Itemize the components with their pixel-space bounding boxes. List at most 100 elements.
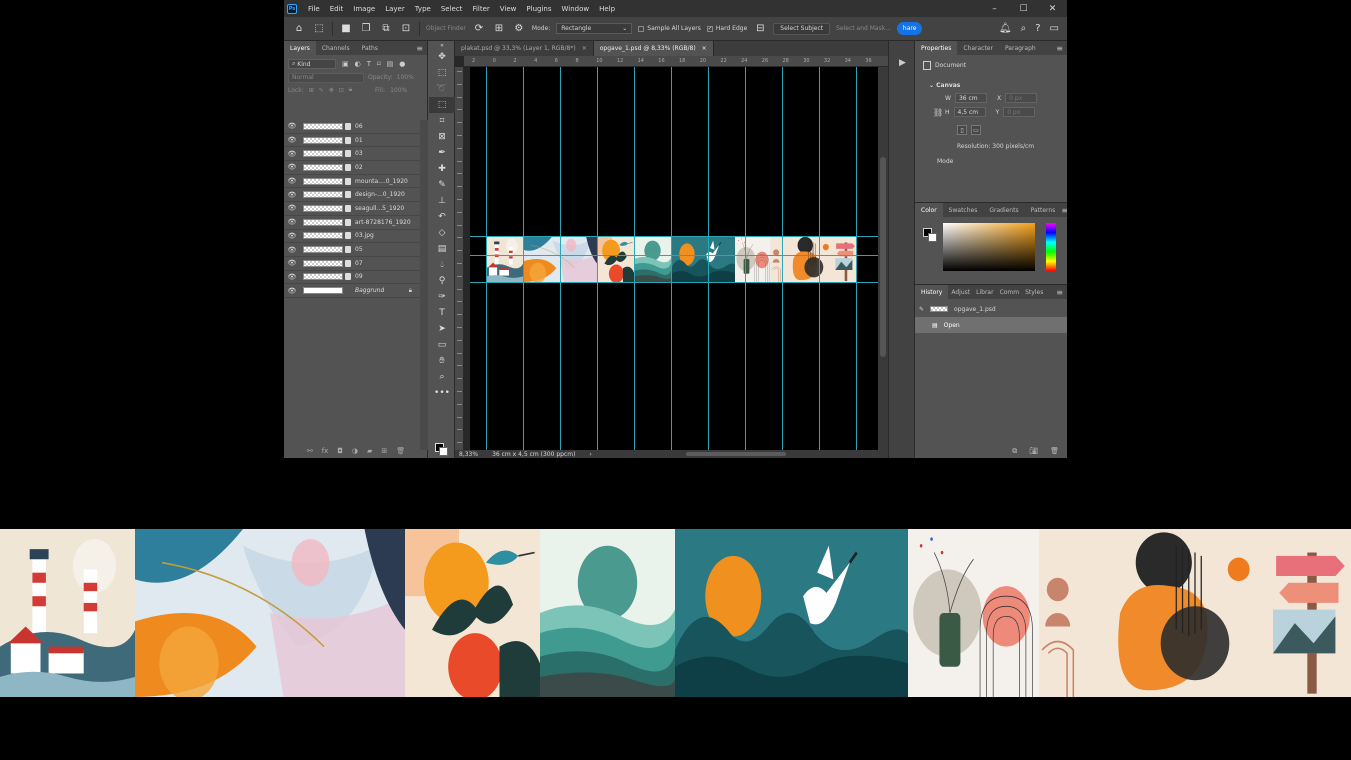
filter-toggle-icon[interactable]: ● bbox=[399, 60, 405, 68]
healing-brush-icon[interactable]: ✚ bbox=[429, 161, 455, 177]
eye-icon[interactable]: 👁︎ bbox=[284, 177, 300, 185]
layer-row[interactable]: 👁︎ 09 bbox=[284, 271, 420, 285]
layer-row[interactable]: 👁︎ design-...0_1920 bbox=[284, 188, 420, 203]
background-color-swatch[interactable] bbox=[439, 447, 448, 456]
select-subject-options-icon[interactable]: ⊟ bbox=[753, 22, 767, 36]
layer-row[interactable]: 👁︎ 07 bbox=[284, 257, 420, 271]
chevron-right-icon[interactable]: › bbox=[589, 451, 591, 458]
path-selection-icon[interactable]: ➤ bbox=[429, 321, 455, 337]
eye-icon[interactable]: 👁︎ bbox=[284, 259, 300, 267]
color-picker-field[interactable] bbox=[943, 223, 1035, 271]
tab-history[interactable]: History bbox=[915, 285, 949, 299]
lasso-tool-icon[interactable]: ➰ bbox=[429, 81, 455, 97]
brush-tool-icon[interactable]: ✎ bbox=[429, 177, 455, 193]
new-document-from-state-icon[interactable]: ⧉ bbox=[1012, 447, 1017, 456]
panel-menu-icon[interactable]: ≡ bbox=[1056, 44, 1067, 53]
type-tool-icon[interactable]: T bbox=[429, 305, 455, 321]
eye-icon[interactable]: 👁︎ bbox=[284, 150, 300, 158]
close-icon[interactable]: ✕ bbox=[1038, 4, 1067, 14]
guide-line[interactable] bbox=[597, 67, 598, 450]
height-input[interactable]: 4,5 cm bbox=[953, 107, 986, 117]
doc-tab-opgave[interactable]: opgave_1.psd @ 8,33% (RGB/8) × bbox=[593, 41, 714, 56]
frame-tool-icon[interactable]: ⊠ bbox=[429, 129, 455, 145]
tab-color[interactable]: Color bbox=[915, 203, 943, 217]
guide-line[interactable] bbox=[856, 67, 857, 450]
object-finder-toggle[interactable]: Object Finder bbox=[426, 25, 466, 32]
panel-menu-icon[interactable]: ≡ bbox=[416, 44, 427, 53]
menu-image[interactable]: Image bbox=[348, 5, 380, 13]
pen-tool-icon[interactable]: ✑ bbox=[429, 289, 455, 305]
horizontal-scroll-thumb[interactable] bbox=[685, 452, 786, 456]
eye-icon[interactable]: 👁︎ bbox=[284, 218, 300, 226]
tab-paragraph[interactable]: Paragraph bbox=[999, 41, 1042, 55]
search-icon[interactable]: ⌕ bbox=[1021, 23, 1027, 34]
chain-link-icon[interactable]: ⛓︎ bbox=[933, 108, 943, 117]
new-adjustment-icon[interactable]: ◑ bbox=[352, 447, 358, 455]
blend-mode-select[interactable]: Normal bbox=[288, 72, 364, 83]
guide-line[interactable] bbox=[523, 67, 524, 450]
tab-paths[interactable]: Paths bbox=[356, 41, 384, 55]
eraser-tool-icon[interactable]: ◇ bbox=[429, 225, 455, 241]
tab-comments[interactable]: Comm bbox=[997, 285, 1023, 299]
show-objects-icon[interactable]: ⊞ bbox=[492, 22, 506, 36]
link-layers-icon[interactable]: ⚯ bbox=[307, 447, 313, 455]
gradient-tool-icon[interactable]: ▤ bbox=[429, 241, 455, 257]
panel-menu-icon[interactable]: ≡ bbox=[1056, 288, 1067, 297]
hue-slider[interactable] bbox=[1046, 223, 1056, 271]
guide-line[interactable] bbox=[708, 67, 709, 450]
intersect-selection-icon[interactable]: ⊡ bbox=[399, 22, 413, 36]
tab-patterns[interactable]: Patterns bbox=[1025, 203, 1062, 217]
eye-icon[interactable]: 👁︎ bbox=[284, 273, 300, 281]
toolbar-collapse-icon[interactable]: « bbox=[429, 41, 455, 49]
hand-tool-icon[interactable]: ✋︎ bbox=[429, 353, 455, 369]
tab-properties[interactable]: Properties bbox=[915, 41, 958, 55]
layer-row[interactable]: 👁︎ 03.jpg bbox=[284, 230, 420, 244]
help-icon[interactable]: ? bbox=[1035, 23, 1040, 34]
workspace-icon[interactable]: ▭ bbox=[1050, 23, 1059, 34]
guide-line[interactable] bbox=[745, 67, 746, 450]
panel-menu-icon[interactable]: ≡ bbox=[1061, 206, 1067, 215]
dodge-tool-icon[interactable]: ⚲ bbox=[429, 273, 455, 289]
history-state-open[interactable]: ▤ Open bbox=[915, 317, 1067, 333]
select-and-mask-button[interactable]: Select and Mask... bbox=[836, 25, 891, 32]
canvas-section-title[interactable]: ⌄ Canvas bbox=[915, 76, 1067, 91]
layer-row[interactable]: 👁︎ 05 bbox=[284, 243, 420, 257]
camera-icon[interactable]: 📷︎ bbox=[1029, 447, 1038, 456]
more-tools-icon[interactable]: ••• bbox=[429, 385, 455, 401]
guide-line[interactable] bbox=[470, 255, 878, 256]
menu-help[interactable]: Help bbox=[594, 5, 620, 13]
layer-row[interactable]: 👁︎ 03 bbox=[284, 147, 420, 162]
add-selection-icon[interactable]: ❐ bbox=[359, 22, 373, 36]
layer-row[interactable]: 👁︎ Baggrund 🔒︎ bbox=[284, 284, 420, 298]
layer-row[interactable]: 👁︎ 06 bbox=[284, 120, 420, 134]
history-brush-icon[interactable]: ↶ bbox=[429, 209, 455, 225]
share-button[interactable]: hare bbox=[896, 22, 923, 35]
document-vertical-scrollbar[interactable] bbox=[878, 67, 888, 450]
eye-icon[interactable]: 👁︎ bbox=[284, 287, 300, 295]
adjustment-filter-icon[interactable]: ◐ bbox=[355, 60, 361, 68]
menu-edit[interactable]: Edit bbox=[325, 5, 349, 13]
trash-icon[interactable]: 🗑︎ bbox=[396, 447, 405, 455]
guide-line[interactable] bbox=[486, 67, 487, 450]
scroll-thumb[interactable] bbox=[880, 157, 886, 357]
marquee-tool-icon[interactable]: ⬚ bbox=[429, 65, 455, 81]
landscape-orientation-icon[interactable]: ▭ bbox=[971, 125, 981, 135]
trash-icon[interactable]: 🗑︎ bbox=[1050, 447, 1059, 456]
y-input[interactable]: 0 px bbox=[1003, 107, 1036, 117]
refresh-icon[interactable]: ⟳ bbox=[472, 22, 486, 36]
sample-all-layers-checkbox[interactable]: Sample All Layers bbox=[638, 25, 701, 32]
play-actions-icon[interactable]: ▶ bbox=[889, 53, 916, 73]
select-subject-button[interactable]: Select Subject bbox=[773, 22, 831, 35]
tab-character[interactable]: Character bbox=[957, 41, 999, 55]
lock-paint-icon[interactable]: ✎ bbox=[319, 87, 324, 94]
eye-icon[interactable]: 👁︎ bbox=[284, 163, 300, 171]
guide-line[interactable] bbox=[634, 67, 635, 450]
zoom-tool-icon[interactable]: ⌕ bbox=[429, 369, 455, 385]
layer-row[interactable]: 👁︎ mounta....0_1920 bbox=[284, 175, 420, 189]
background-color-swatch[interactable] bbox=[928, 233, 937, 242]
menu-type[interactable]: Type bbox=[410, 5, 436, 13]
x-input[interactable]: 0 px bbox=[1005, 93, 1038, 103]
home-icon[interactable]: ⌂ bbox=[292, 22, 306, 36]
minimize-icon[interactable]: – bbox=[980, 4, 1009, 14]
maximize-icon[interactable]: ☐ bbox=[1009, 4, 1038, 14]
